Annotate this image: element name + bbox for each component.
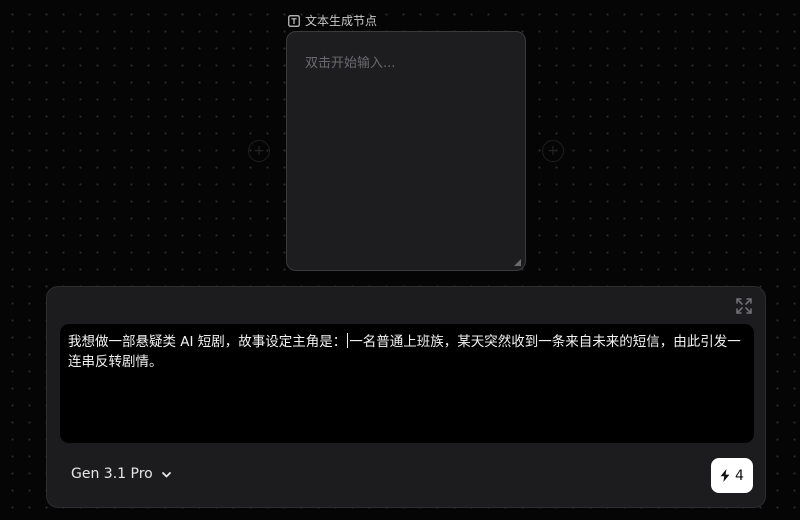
model-selector[interactable]: Gen 3.1 Pro: [71, 466, 172, 482]
credit-count: 4: [735, 467, 744, 484]
generate-button[interactable]: 4: [711, 458, 753, 493]
model-label: Gen 3.1 Pro: [71, 466, 153, 482]
text-node-card[interactable]: 双击开始输入...: [286, 31, 526, 271]
expand-button[interactable]: [735, 297, 753, 315]
prompt-text-before-caret: 我想做一部悬疑类 AI 短剧，故事设定主角是：: [68, 334, 347, 350]
expand-icon: [736, 298, 752, 314]
node-placeholder: 双击开始输入...: [305, 56, 396, 71]
text-box-icon: [288, 14, 300, 27]
resize-handle[interactable]: [514, 259, 521, 266]
chevron-down-icon: [161, 471, 171, 477]
plus-icon: +: [547, 143, 559, 159]
output-port[interactable]: +: [542, 140, 564, 162]
node-title: 文本生成节点: [305, 14, 378, 28]
prompt-panel: 我想做一部悬疑类 AI 短剧，故事设定主角是： 一名普通上班族，某天突然收到一条来…: [46, 286, 766, 508]
input-port[interactable]: +: [248, 140, 270, 162]
prompt-text: 我想做一部悬疑类 AI 短剧，故事设定主角是： 一名普通上班族，某天突然收到一条来…: [68, 332, 746, 372]
plus-icon: +: [253, 143, 265, 159]
lightning-icon: [720, 469, 730, 482]
node-header: 文本生成节点: [288, 12, 377, 29]
prompt-input[interactable]: 我想做一部悬疑类 AI 短剧，故事设定主角是： 一名普通上班族，某天突然收到一条来…: [60, 324, 754, 443]
